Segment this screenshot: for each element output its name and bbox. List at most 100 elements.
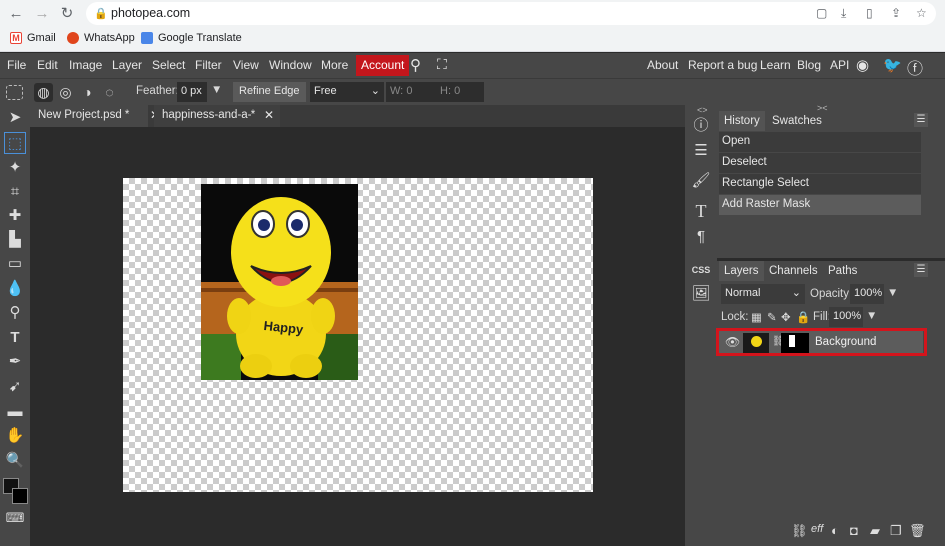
address-bar[interactable]: 🔒 photopea.com ▢ ⤓ ▯ ⇪ ☆ xyxy=(86,2,936,25)
fill-input[interactable]: 100% xyxy=(829,307,863,327)
blend-mode-select[interactable]: Normal ⌄ xyxy=(721,284,805,304)
feather-input[interactable]: 0 px xyxy=(177,82,207,102)
menu-report-bug[interactable]: Report a bug xyxy=(688,58,757,72)
facebook-icon[interactable]: ⓕ xyxy=(907,55,923,79)
tab-happiness[interactable]: happiness-and-a- * ✕ xyxy=(154,105,280,127)
adjustment-layer-icon[interactable]: ◐ xyxy=(831,523,839,538)
history-menu-icon[interactable]: ☰ xyxy=(914,113,928,127)
marquee-tool-icon[interactable]: ⬚ xyxy=(4,132,26,154)
background-color-swatch[interactable] xyxy=(12,488,28,504)
intersect-selection-icon[interactable]: ◌ xyxy=(100,83,119,102)
bookmark-whatsapp[interactable]: WhatsApp xyxy=(67,32,135,44)
opacity-input[interactable]: 100% xyxy=(850,284,884,304)
css-icon[interactable]: CSS xyxy=(691,260,711,280)
lock-transparency-icon[interactable]: ▦ xyxy=(751,310,762,324)
tab-history[interactable]: History xyxy=(719,111,765,131)
twitter-icon[interactable]: 🐦 xyxy=(883,56,902,74)
menu-filter[interactable]: Filter xyxy=(195,58,222,72)
menu-api[interactable]: API xyxy=(830,58,849,72)
hand-tool-icon[interactable]: ✋ xyxy=(4,425,26,447)
marquee-tool-icon[interactable] xyxy=(6,85,23,100)
info-icon[interactable]: ⓘ xyxy=(691,116,711,136)
crop-tool-icon[interactable]: ⌗ xyxy=(4,181,26,203)
path-select-icon[interactable]: ➹ xyxy=(4,376,26,398)
menu-layer[interactable]: Layer xyxy=(112,58,142,72)
add-mask-icon[interactable]: ◘ xyxy=(850,523,858,538)
history-item-active[interactable]: Add Raster Mask xyxy=(719,195,921,215)
menu-learn[interactable]: Learn xyxy=(760,58,791,72)
effects-icon[interactable]: eff xyxy=(811,523,823,535)
menu-file[interactable]: File xyxy=(7,58,26,72)
zoom-tool-icon[interactable]: 🔍 xyxy=(4,450,26,472)
menu-about[interactable]: About xyxy=(647,58,678,72)
tab-channels[interactable]: Channels xyxy=(764,261,823,281)
menu-more[interactable]: More xyxy=(321,58,348,72)
forward-icon[interactable]: → xyxy=(32,4,52,24)
blur-tool-icon[interactable]: 💧 xyxy=(4,278,26,300)
bookmark-gmail[interactable]: M Gmail xyxy=(10,32,56,44)
feather-dropdown-icon[interactable]: ▼ xyxy=(211,84,222,96)
menu-image[interactable]: Image xyxy=(69,58,102,72)
brush-icon[interactable]: 🖌 xyxy=(691,171,711,191)
tab-layers[interactable]: Layers xyxy=(719,261,764,281)
text-icon[interactable]: T xyxy=(691,201,711,221)
tab-swatches[interactable]: Swatches xyxy=(767,111,827,131)
new-selection-icon[interactable]: ◍ xyxy=(34,83,53,102)
tab-paths[interactable]: Paths xyxy=(823,261,862,281)
keyboard-icon[interactable]: ⌨ xyxy=(4,507,26,529)
opacity-dropdown-icon[interactable]: ▼ xyxy=(887,287,898,299)
account-button[interactable]: Account xyxy=(356,55,410,76)
height-field[interactable]: H: 0 xyxy=(436,82,484,102)
subtract-selection-icon[interactable]: ◑ xyxy=(78,83,97,102)
layers-menu-icon[interactable]: ☰ xyxy=(914,263,928,277)
download-icon[interactable]: ⤓ xyxy=(841,6,846,21)
history-item[interactable]: Rectangle Select xyxy=(719,174,921,194)
reddit-icon[interactable]: ◉ xyxy=(856,56,869,74)
refine-edge-button[interactable]: Refine Edge xyxy=(233,82,306,102)
pen-tool-icon[interactable]: ✒ xyxy=(4,351,26,373)
stamp-tool-icon[interactable]: ▙ xyxy=(4,229,26,251)
back-icon[interactable]: ← xyxy=(6,4,26,24)
save-page-icon[interactable]: ▢ xyxy=(816,6,827,20)
search-icon[interactable]: ⚲ xyxy=(410,56,421,74)
new-layer-icon[interactable]: ❐ xyxy=(890,523,902,539)
link-layers-icon[interactable]: ⛓ xyxy=(791,523,808,539)
move-tool-icon[interactable]: ➤ xyxy=(4,107,26,129)
document-icon[interactable]: ▯ xyxy=(866,6,873,20)
healing-brush-icon[interactable]: ✚ xyxy=(4,205,26,227)
magic-wand-icon[interactable]: ✦ xyxy=(4,157,26,179)
menu-select[interactable]: Select xyxy=(152,58,185,72)
lock-all-icon[interactable]: 🔒 xyxy=(796,310,810,324)
style-select[interactable]: Free ⌄ xyxy=(310,82,384,102)
lock-position-icon[interactable]: ✥ xyxy=(781,310,791,324)
shape-tool-icon[interactable]: ▬ xyxy=(4,401,26,423)
new-group-icon[interactable]: ▰ xyxy=(870,523,880,539)
fill-dropdown-icon[interactable]: ▼ xyxy=(866,310,877,322)
image-icon[interactable]: 🖼 xyxy=(691,284,711,304)
history-item[interactable]: Open xyxy=(719,132,921,152)
text-tool-icon[interactable]: T xyxy=(4,327,26,349)
delete-layer-icon[interactable]: 🗑 xyxy=(909,523,926,539)
reload-icon[interactable]: ↻ xyxy=(57,4,77,24)
paragraph-icon[interactable]: ¶ xyxy=(691,227,711,247)
width-field[interactable]: W: 0 xyxy=(386,82,436,102)
browser-url-row: ← → ↻ 🔒 photopea.com ▢ ⤓ ▯ ⇪ ☆ xyxy=(0,0,945,27)
dodge-tool-icon[interactable]: ⚲ xyxy=(4,302,26,324)
bookmark-star-icon[interactable]: ☆ xyxy=(916,6,927,20)
share-icon[interactable]: ⇪ xyxy=(891,6,901,20)
adjust-icon[interactable]: ☰ xyxy=(691,141,711,161)
history-item[interactable]: Deselect xyxy=(719,153,921,173)
menu-window[interactable]: Window xyxy=(269,58,312,72)
add-selection-icon[interactable]: ◎ xyxy=(56,83,75,102)
lock-pixels-icon[interactable]: ✎ xyxy=(767,310,777,324)
collapse-arrows-icon[interactable]: <> xyxy=(697,105,708,115)
canvas[interactable]: Happy xyxy=(123,178,593,492)
fullscreen-icon[interactable]: ⛶ xyxy=(437,56,447,73)
bookmark-google-translate[interactable]: Google Translate xyxy=(141,32,242,44)
menu-edit[interactable]: Edit xyxy=(37,58,58,72)
close-icon[interactable]: ✕ xyxy=(264,108,274,122)
tab-new-project[interactable]: New Project.psd * ✕ xyxy=(30,105,160,127)
menu-blog[interactable]: Blog xyxy=(797,58,821,72)
eraser-icon[interactable]: ▭ xyxy=(4,253,26,275)
menu-view[interactable]: View xyxy=(233,58,259,72)
